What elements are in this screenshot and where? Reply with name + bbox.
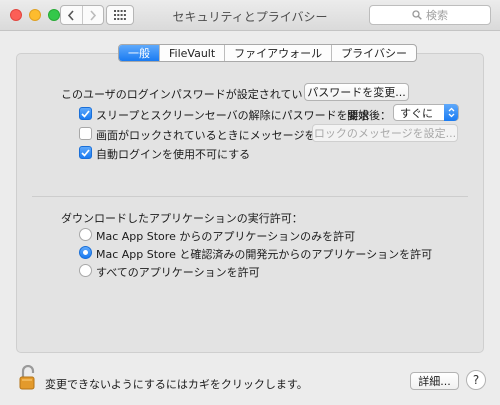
change-password-button[interactable]: パスワードを変更... [304,83,409,101]
help-button[interactable]: ? [466,370,486,390]
search-field[interactable]: 検索 [369,5,491,25]
require-password-checkbox[interactable] [79,107,92,120]
select-value: すぐに [400,106,433,120]
radio-app-store-only[interactable] [79,228,92,241]
show-message-checkbox[interactable] [79,127,92,140]
checkmark-icon [81,148,90,157]
zoom-window-button[interactable] [48,9,60,21]
lock-hint-text: 変更できないようにするにはカギをクリックします。 [45,378,308,391]
radio-app-store-and-identified-label: Mac App Store と確認済みの開発元からのアプリケーションを許可 [96,248,433,261]
checkmark-icon [81,109,90,118]
grid-icon [114,10,126,20]
radio-app-store-only-label: Mac App Store からのアプリケーションのみを許可 [96,230,356,243]
tab-firewall[interactable]: ファイアウォール [224,45,331,61]
show-all-button[interactable] [106,5,134,25]
preferences-window: セキュリティとプライバシー 検索 一般 FileVault ファイアウォール プ… [0,0,500,405]
title-bar: セキュリティとプライバシー 検索 [0,0,500,31]
chevron-left-icon [68,9,74,21]
search-icon [412,10,422,20]
close-window-button[interactable] [10,9,22,21]
chevron-right-icon [90,9,96,21]
back-button[interactable] [61,6,83,24]
navigation-group [60,5,104,25]
radio-app-store-and-identified[interactable] [79,246,92,259]
require-password-delay-select[interactable]: すぐに [393,104,459,121]
disable-autologin-checkbox[interactable] [79,146,92,159]
disable-autologin-label: 自動ログインを使用不可にする [96,148,251,161]
tab-bar: 一般 FileVault ファイアウォール プライバシー [118,44,417,62]
set-lock-message-button[interactable]: ロックのメッセージを設定... [312,124,458,142]
show-message-label: 画面がロックされているときにメッセージを表示 [96,129,338,142]
lock-button[interactable] [19,364,39,391]
window-title: セキュリティとプライバシー [172,10,328,24]
minimize-window-button[interactable] [29,9,41,21]
radio-anywhere-label: すべてのアプリケーションを許可 [96,266,260,279]
radio-anywhere[interactable] [79,264,92,277]
select-arrows-icon [444,104,458,121]
tab-general[interactable]: 一般 [119,45,159,61]
forward-button[interactable] [83,6,104,24]
password-status-label: このユーザのログインパスワードが設定されています [61,88,325,101]
download-permission-heading: ダウンロードしたアプリケーションの実行許可： [61,212,303,225]
tab-filevault[interactable]: FileVault [159,45,224,61]
after-label: 開始後： [347,109,391,122]
require-password-label: スリープとスクリーンセーバの解除にパスワードを要求 [96,109,370,122]
advanced-button[interactable]: 詳細... [410,372,459,390]
padlock-open-icon [19,364,35,390]
tab-privacy[interactable]: プライバシー [331,45,416,61]
search-placeholder: 検索 [426,9,448,22]
section-divider [32,196,468,197]
